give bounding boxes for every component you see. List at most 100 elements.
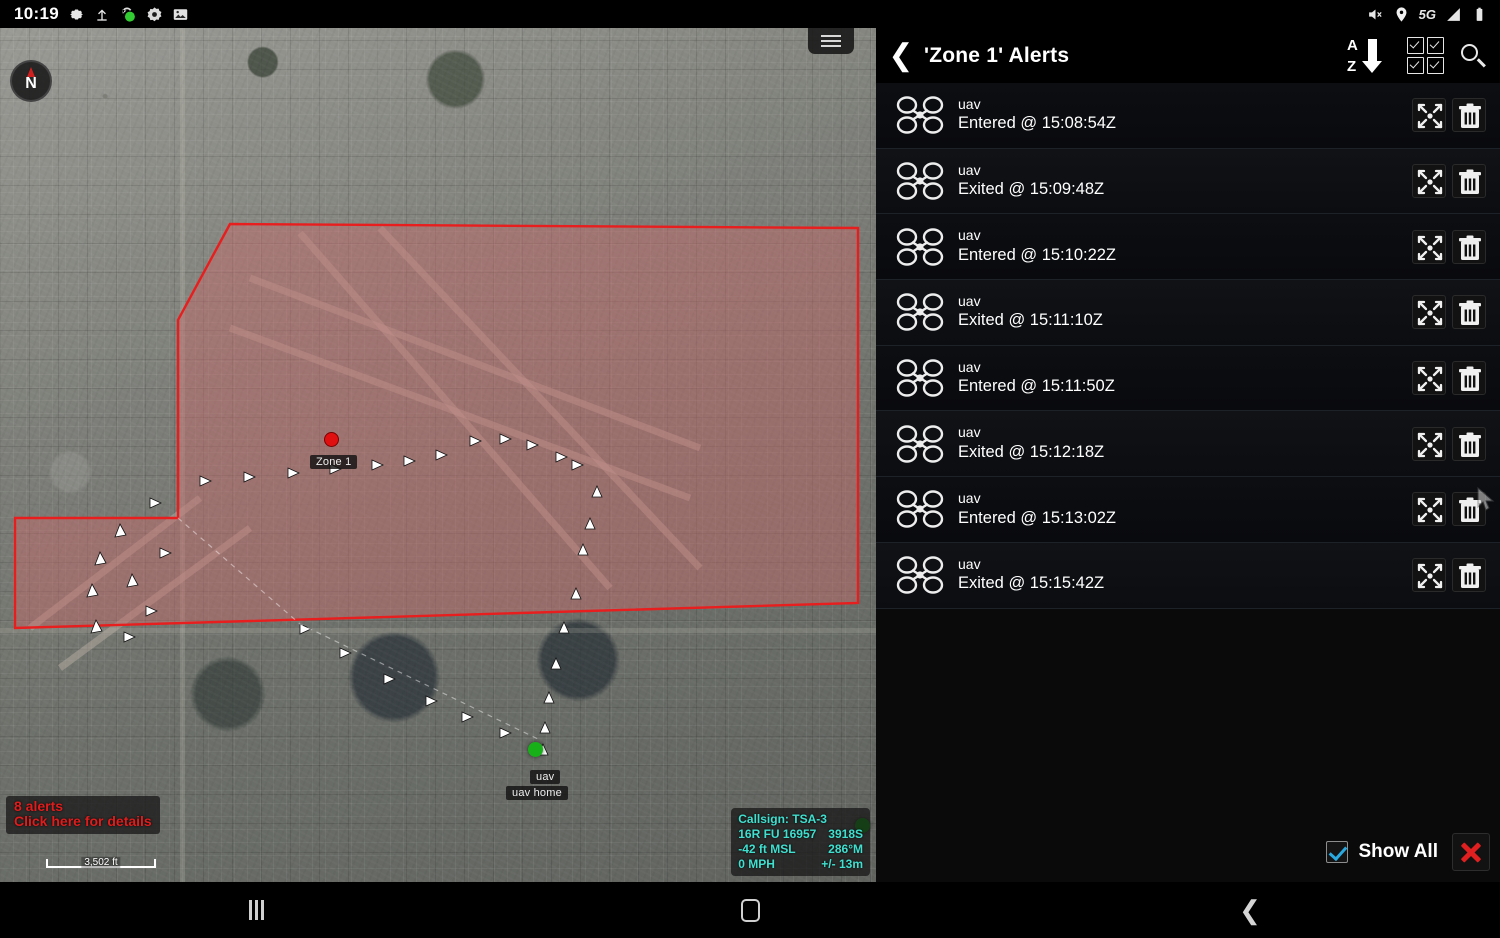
status-bar-right: 5G (1367, 6, 1500, 23)
alert-row-title: uav (958, 161, 981, 178)
zoom-to-icon[interactable] (1412, 492, 1446, 527)
alert-row-subtitle: Exited @ 15:12:18Z (958, 442, 1105, 461)
alert-row-actions (1412, 426, 1486, 461)
trash-icon[interactable] (1452, 229, 1486, 264)
sort-az-descending-icon[interactable]: A Z (1345, 36, 1391, 76)
trash-icon[interactable] (1452, 164, 1486, 199)
compass-rose[interactable]: N (10, 60, 52, 102)
close-panel-button[interactable] (1452, 833, 1490, 871)
status-bar-left: 10:19 (0, 4, 189, 24)
sort-letter-top: A (1347, 36, 1358, 54)
alert-row-actions (1412, 164, 1486, 199)
alert-row[interactable]: uav Exited @ 15:11:10Z (876, 280, 1500, 346)
alert-row-subtitle: Entered @ 15:11:50Z (958, 377, 1115, 396)
scale-bar-label: 3,502 ft (81, 857, 121, 868)
alerts-panel-header: ❮ 'Zone 1' Alerts A Z (876, 28, 1500, 83)
zoom-to-icon[interactable] (1412, 558, 1446, 593)
alert-row[interactable]: uav Exited @ 15:15:42Z (876, 542, 1500, 609)
network-type-label: 5G (1418, 6, 1436, 22)
trash-icon[interactable] (1452, 98, 1486, 133)
alert-row[interactable]: uav Exited @ 15:12:18Z (876, 411, 1500, 478)
compass-needle-icon (27, 67, 35, 77)
quadcopter-icon (896, 291, 944, 333)
zone-marker-label: Zone 1 (310, 455, 358, 469)
zoom-to-icon[interactable] (1412, 295, 1446, 330)
zoom-to-icon[interactable] (1412, 164, 1446, 199)
quadcopter-icon (896, 554, 944, 596)
info-callsign: Callsign: TSA-3 (738, 812, 827, 826)
info-callsign-row: Callsign: TSA-3 (738, 812, 863, 827)
alert-row[interactable]: uav Entered @ 15:11:50Z (876, 345, 1500, 412)
recents-icon[interactable] (0, 900, 500, 920)
grid-checkbox (1427, 37, 1444, 54)
alert-row-text: uav Exited @ 15:12:18Z (958, 424, 1104, 463)
zoom-to-icon[interactable] (1412, 98, 1446, 133)
alert-row-text: uav Entered @ 15:08:54Z (958, 96, 1116, 135)
quadcopter-icon (896, 160, 944, 202)
location-pin-icon (1393, 6, 1410, 23)
info-heading: 286°M (828, 842, 863, 856)
alert-row-text: uav Exited @ 15:11:10Z (958, 293, 1103, 332)
alert-row-title: uav (958, 555, 981, 572)
info-grid-left: 16R FU 16957 (738, 827, 817, 841)
back-chevron-icon[interactable]: ❮ (884, 36, 918, 76)
show-all-toggle[interactable]: Show All (1326, 841, 1438, 863)
grid-checkbox (1407, 57, 1424, 74)
home-icon[interactable] (500, 898, 1000, 922)
info-grid-row: 16R FU 16957 3918S (738, 827, 863, 842)
zone-overlay (13, 222, 860, 756)
sort-letter-bottom: Z (1347, 57, 1357, 75)
alert-row-actions (1412, 558, 1486, 593)
trash-icon[interactable] (1452, 558, 1486, 593)
trash-icon[interactable] (1452, 361, 1486, 396)
quadcopter-icon (896, 488, 944, 530)
alert-row-subtitle: Entered @ 15:13:02Z (958, 508, 1117, 527)
trash-icon[interactable] (1452, 426, 1486, 461)
alert-row-title: uav (958, 227, 981, 244)
uav-home-marker[interactable] (528, 742, 543, 757)
alert-row[interactable]: uav Entered @ 15:10:22Z (876, 214, 1500, 281)
aircraft-info-box[interactable]: Callsign: TSA-3 16R FU 16957 3918S -42 f… (731, 808, 870, 876)
alert-row[interactable]: uav Entered @ 15:13:02Z (876, 477, 1500, 543)
zone-center-marker[interactable] (324, 432, 339, 447)
alert-row[interactable]: uav Entered @ 15:08:54Z (876, 83, 1500, 149)
checkbox-grid-icon[interactable] (1407, 37, 1444, 74)
alert-row-actions (1412, 295, 1486, 330)
info-accuracy: +/- 13m (821, 857, 863, 871)
alert-row[interactable]: uav Exited @ 15:09:48Z (876, 148, 1500, 215)
mouse-cursor (1477, 487, 1495, 513)
trash-icon[interactable] (1452, 487, 1495, 527)
alert-row-text: uav Entered @ 15:13:02Z (958, 490, 1116, 529)
trash-icon[interactable] (1452, 295, 1486, 330)
map-view[interactable]: N Zone 1 uav uav home 8 alerts Click her… (0, 28, 876, 882)
info-speed-row: 0 MPH +/- 13m (738, 857, 863, 872)
search-handle (1477, 58, 1486, 68)
alert-row-text: uav Entered @ 15:11:50Z (958, 359, 1115, 398)
android-navigation-bar: ❮ (0, 882, 1500, 938)
alert-row-title: uav (958, 424, 981, 441)
info-grid-right: 3918S (828, 827, 863, 841)
hamburger-menu-icon (821, 39, 841, 42)
show-all-checkbox[interactable] (1326, 841, 1349, 863)
alert-row-actions (1412, 487, 1495, 527)
screen-root: 10:19 5G N Zone 1 uav uav home 8 alerts … (0, 0, 1500, 938)
zoom-to-icon[interactable] (1412, 361, 1446, 396)
alert-row-subtitle: Exited @ 15:11:10Z (958, 311, 1103, 330)
status-clock: 10:19 (14, 4, 59, 23)
info-speed: 0 MPH (738, 857, 775, 871)
map-alert-banner[interactable]: 8 alerts Click here for details (6, 795, 160, 834)
android-status-bar: 10:19 5G (0, 0, 1500, 28)
map-menu-button[interactable] (808, 28, 854, 54)
zoom-to-icon[interactable] (1412, 229, 1446, 264)
alert-count-label: 8 alerts (14, 797, 64, 814)
mute-icon (1367, 6, 1384, 23)
search-icon[interactable] (1460, 43, 1486, 69)
upload-icon (94, 6, 111, 23)
image-icon (172, 6, 189, 23)
back-icon[interactable]: ❮ (1000, 897, 1500, 923)
zoom-to-icon[interactable] (1412, 426, 1446, 461)
alert-row-subtitle: Exited @ 15:09:48Z (958, 180, 1105, 199)
alerts-panel-footer: Show All (876, 822, 1500, 882)
alerts-list[interactable]: uav Entered @ 15:08:54Z uav Exited @ 15:… (876, 83, 1500, 822)
info-altitude: -42 ft MSL (738, 842, 796, 856)
